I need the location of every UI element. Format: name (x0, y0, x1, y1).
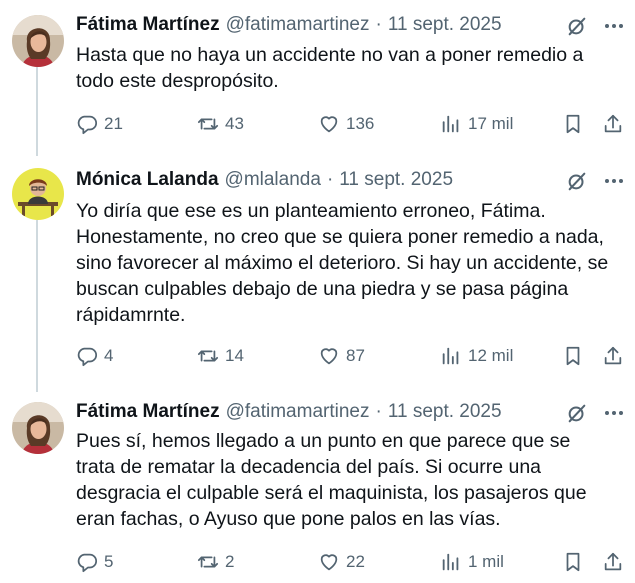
tweet[interactable]: Fátima Martínez @fatimamartinez · 11 sep… (0, 400, 635, 580)
more-icon[interactable] (602, 170, 626, 192)
retweet-count: 43 (225, 114, 244, 133)
bookmark-icon (566, 552, 580, 572)
bookmark-icon (566, 114, 580, 134)
tweet-text-line: todo este despropósito. (76, 70, 279, 92)
tweet[interactable]: Mónica Lalanda @mlalanda · 11 sept. 2025… (0, 168, 635, 374)
share-icon (604, 114, 622, 133)
views-button[interactable]: 1 mil (440, 549, 504, 575)
view-count: 17 mil (468, 114, 514, 133)
tweet-header: Fátima Martínez @fatimamartinez · 11 sep… (76, 13, 502, 37)
author-name[interactable]: Mónica Lalanda (76, 169, 219, 191)
reply-button[interactable]: 4 (76, 343, 113, 369)
like-icon (320, 348, 338, 365)
like-icon (320, 116, 338, 133)
views-icon (442, 347, 459, 365)
tweet-text-line: Honestamente, no creo que se quiera pone… (76, 226, 604, 248)
separator: · (375, 401, 382, 422)
views-icon (442, 553, 459, 571)
reply-count: 5 (104, 552, 114, 571)
tweet[interactable]: Fátima Martínez @fatimamartinez · 11 sep… (0, 13, 635, 135)
author-handle[interactable]: @fatimamartinez (226, 14, 370, 36)
share-button[interactable] (602, 549, 624, 575)
like-button[interactable]: 87 (318, 343, 365, 369)
tweet-text-line: Yo diría que ese es un planteamiento err… (76, 200, 546, 222)
view-count: 1 mil (468, 552, 504, 571)
bookmark-button[interactable] (562, 111, 584, 137)
tweet-text-line: sino favorecer al máximo el deterioro. S… (76, 252, 609, 274)
avatar[interactable] (12, 168, 64, 220)
share-icon (604, 346, 622, 365)
separator: · (326, 169, 334, 190)
tweet-text-line: trata de rematar la decadencia del país.… (76, 456, 542, 478)
view-count: 12 mil (468, 346, 514, 365)
tweet-text-line: Hasta que no haya un accidente no van a … (76, 44, 584, 66)
like-button[interactable]: 136 (318, 111, 374, 137)
avatar[interactable] (12, 402, 64, 454)
retweet-button[interactable]: 43 (197, 111, 244, 137)
share-button[interactable] (602, 111, 624, 137)
bookmark-button[interactable] (562, 343, 584, 369)
action-bar: 21 43 136 17 mil (0, 111, 635, 137)
retweet-icon (197, 350, 219, 362)
timestamp[interactable]: 11 sept. 2025 (339, 169, 453, 191)
more-icon[interactable] (602, 15, 626, 37)
like-icon (320, 554, 338, 571)
retweet-count: 14 (225, 346, 244, 365)
tweet-header: Fátima Martínez @fatimamartinez · 11 sep… (76, 400, 502, 424)
retweet-icon (197, 556, 219, 568)
retweet-icon (197, 118, 219, 130)
reply-button[interactable]: 21 (76, 111, 123, 137)
grok-icon[interactable] (566, 15, 588, 37)
bookmark-button[interactable] (562, 549, 584, 575)
reply-button[interactable]: 5 (76, 549, 113, 575)
views-button[interactable]: 12 mil (440, 343, 513, 369)
tweet-text-line: rápidamrnte. (76, 304, 186, 326)
reply-icon (77, 347, 98, 367)
like-count: 87 (346, 346, 365, 365)
more-icon[interactable] (602, 402, 626, 424)
separator: · (375, 14, 382, 35)
like-button[interactable]: 22 (318, 549, 365, 575)
tweet-header: Mónica Lalanda @mlalanda · 11 sept. 2025 (76, 168, 453, 192)
share-icon (604, 552, 622, 571)
like-count: 136 (346, 114, 375, 133)
tweet-text: Yo diría que ese es un planteamiento err… (76, 198, 628, 328)
reply-count: 4 (104, 346, 114, 365)
tweet-text-line: eran fachas, o Ayuso que pone palos en l… (76, 508, 501, 530)
grok-icon[interactable] (566, 402, 588, 424)
tweet-text-line: Pues sí, hemos llegado a un punto en que… (76, 430, 571, 452)
tweet-text: Pues sí, hemos llegado a un punto en que… (76, 428, 628, 532)
tweet-text-line: desgracia el culpable será el maquinista… (76, 482, 587, 504)
avatar[interactable] (12, 15, 64, 67)
views-icon (442, 115, 459, 133)
author-name[interactable]: Fátima Martínez (76, 401, 220, 423)
author-handle[interactable]: @mlalanda (225, 169, 321, 191)
grok-icon[interactable] (566, 170, 588, 192)
reply-icon (77, 553, 98, 573)
like-count: 22 (346, 552, 365, 571)
retweet-button[interactable]: 14 (197, 343, 244, 369)
author-handle[interactable]: @fatimamartinez (226, 401, 370, 423)
author-name[interactable]: Fátima Martínez (76, 14, 220, 36)
share-button[interactable] (602, 343, 624, 369)
timestamp[interactable]: 11 sept. 2025 (388, 14, 502, 36)
bookmark-icon (566, 346, 580, 366)
action-bar: 4 14 87 12 mil (0, 343, 635, 369)
action-bar: 5 2 22 1 mil (0, 549, 635, 575)
reply-count: 21 (104, 114, 123, 133)
timestamp[interactable]: 11 sept. 2025 (388, 401, 502, 423)
reply-icon (77, 115, 98, 135)
tweet-text-line: buscan culpables debajo de una piedra y … (76, 278, 569, 300)
retweet-button[interactable]: 2 (197, 549, 234, 575)
views-button[interactable]: 17 mil (440, 111, 513, 137)
retweet-count: 2 (225, 552, 235, 571)
tweet-text: Hasta que no haya un accidente no van a … (76, 42, 628, 94)
